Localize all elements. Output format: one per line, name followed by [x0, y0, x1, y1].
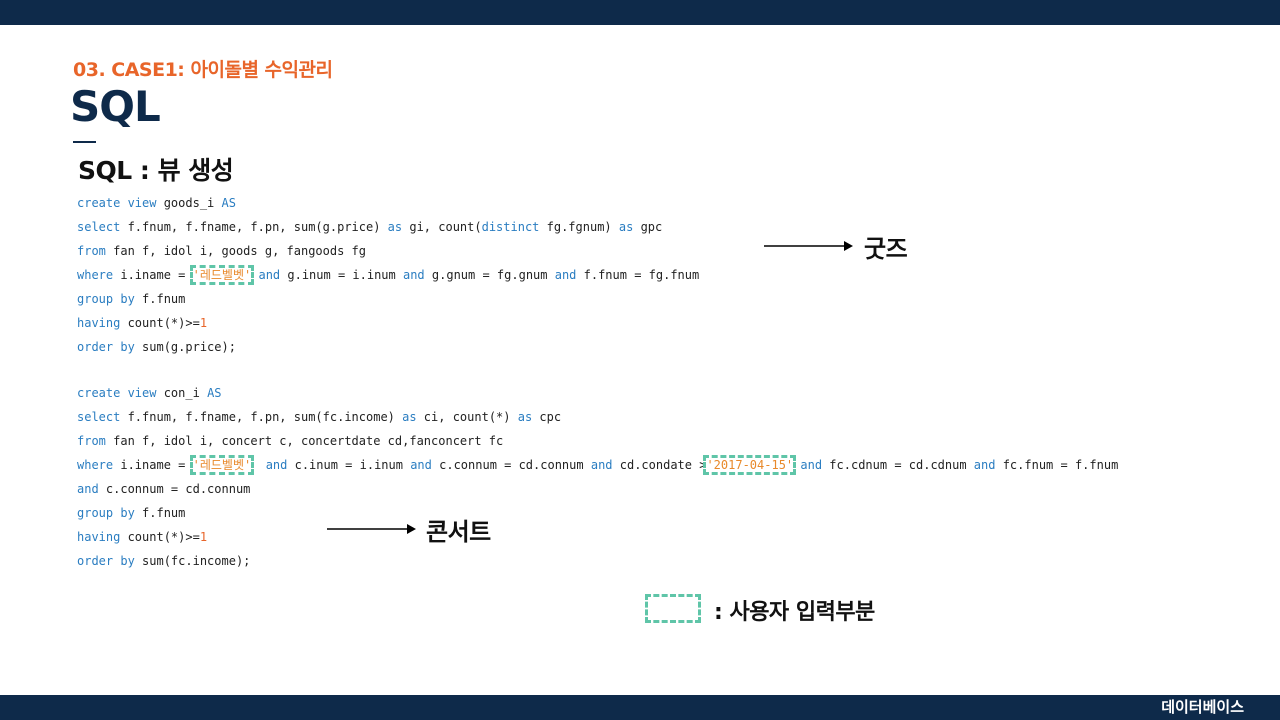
keyword: select — [77, 410, 121, 424]
keyword: and — [973, 458, 996, 472]
user-input-string: '레드벨벳' — [189, 455, 255, 475]
code-line: create view goods_i AS — [77, 193, 236, 213]
code-text: cd.condate > — [612, 458, 707, 472]
legend-dashed-box — [645, 594, 701, 623]
arrow-right-icon — [327, 524, 416, 534]
code-text: ci, count(*) — [416, 410, 518, 424]
code-text: i.iname = — [113, 268, 193, 282]
keyword: from — [77, 434, 106, 448]
keyword: order by — [77, 340, 135, 354]
keyword: from — [77, 244, 106, 258]
keyword: and — [258, 268, 281, 282]
code-text: count(*)>= — [120, 316, 200, 330]
keyword: create view — [77, 386, 157, 400]
keyword: and — [265, 458, 288, 472]
code-line: where i.iname = '레드벨벳' and g.inum = i.in… — [77, 265, 699, 285]
code-text: f.fnum, f.fname, f.pn, sum(g.price) — [120, 220, 388, 234]
code-line: select f.fnum, f.fname, f.pn, sum(g.pric… — [77, 217, 662, 237]
keyword: as — [517, 410, 533, 424]
code-text: fc.fnum = f.fnum — [995, 458, 1119, 472]
code-text: f.fnum — [134, 292, 186, 306]
keyword: where — [77, 458, 114, 472]
code-line: having count(*)>=1 — [77, 527, 207, 547]
code-text: gpc — [633, 220, 663, 234]
code-text: f.fnum — [134, 506, 186, 520]
code-text: fan f, idol i, goods g, fangoods fg — [105, 244, 366, 258]
keyword: order by — [77, 554, 135, 568]
section-label: 03. CASE1: 아이돌별 수익관리 — [73, 59, 333, 81]
top-bar — [0, 0, 1280, 25]
keyword: and — [410, 458, 432, 472]
code-text: sum(fc.income); — [134, 554, 251, 568]
code-text: g.gnum = fg.gnum — [424, 268, 555, 282]
annotation-concert: 콘서트 — [426, 518, 491, 546]
code-text: cpc — [532, 410, 562, 424]
code-text: gi, count( — [402, 220, 482, 234]
keyword: and — [77, 482, 99, 496]
keyword: as — [618, 220, 634, 234]
code-text: fg.fgnum) — [539, 220, 619, 234]
title-divider — [73, 141, 96, 143]
keyword: AS — [221, 196, 236, 210]
keyword: create view — [77, 196, 157, 210]
code-line: having count(*)>=1 — [77, 313, 207, 333]
code-line: group by f.fnum — [77, 289, 185, 309]
user-input-string: '레드벨벳' — [189, 265, 255, 285]
code-text: count(*)>= — [120, 530, 200, 544]
keyword: and — [402, 268, 425, 282]
code-text: c.connum = cd.connum — [431, 458, 591, 472]
keyword: having — [77, 530, 121, 544]
code-line: group by f.fnum — [77, 503, 185, 523]
legend-label: : 사용자 입력부분 — [714, 600, 875, 625]
code-line: where i.iname = '레드벨벳' and c.inum = i.in… — [77, 455, 1118, 475]
keyword: having — [77, 316, 121, 330]
code-text: g.inum = i.inum — [280, 268, 403, 282]
keyword: distinct — [481, 220, 540, 234]
keyword: select — [77, 220, 121, 234]
code-line: select f.fnum, f.fname, f.pn, sum(fc.inc… — [77, 407, 561, 427]
keyword: as — [402, 410, 417, 424]
keyword: and — [800, 458, 823, 472]
keyword: group by — [77, 292, 135, 306]
arrow-right-icon — [764, 241, 853, 251]
code-text: f.fnum = fg.fnum — [576, 268, 700, 282]
code-text: fc.cdnum = cd.cdnum — [822, 458, 974, 472]
code-line: from fan f, idol i, concert c, concertda… — [77, 431, 503, 451]
keyword: as — [387, 220, 403, 234]
code-text: sum(g.price); — [134, 340, 236, 354]
page-subtitle: SQL : 뷰 생성 — [78, 156, 234, 185]
code-line: create view con_i AS — [77, 383, 222, 403]
keyword: group by — [77, 506, 135, 520]
code-text: i.iname = — [113, 458, 193, 472]
keyword: where — [77, 268, 114, 282]
keyword: AS — [207, 386, 222, 400]
bottom-bar: 데이터베이스 — [0, 695, 1280, 720]
page-title: SQL — [70, 82, 161, 131]
user-input-date: '2017-04-15' — [703, 455, 797, 475]
code-text: f.fnum, f.fname, f.pn, sum(fc.income) — [120, 410, 403, 424]
code-text: con_i — [156, 386, 208, 400]
keyword: and — [554, 268, 577, 282]
keyword: and — [590, 458, 613, 472]
code-line: from fan f, idol i, goods g, fangoods fg — [77, 241, 366, 261]
number-literal: 1 — [199, 530, 208, 544]
code-line: and c.connum = cd.connum — [77, 479, 250, 499]
code-line: order by sum(fc.income); — [77, 551, 250, 571]
annotation-goods: 굿즈 — [864, 235, 908, 263]
code-text: fan f, idol i, concert c, concertdate cd… — [105, 434, 504, 448]
footer-label: 데이터베이스 — [1161, 698, 1244, 716]
code-line: order by sum(g.price); — [77, 337, 236, 357]
code-text: c.connum = cd.connum — [98, 482, 251, 496]
code-text: goods_i — [156, 196, 222, 210]
number-literal: 1 — [199, 316, 208, 330]
code-text: c.inum = i.inum — [287, 458, 411, 472]
